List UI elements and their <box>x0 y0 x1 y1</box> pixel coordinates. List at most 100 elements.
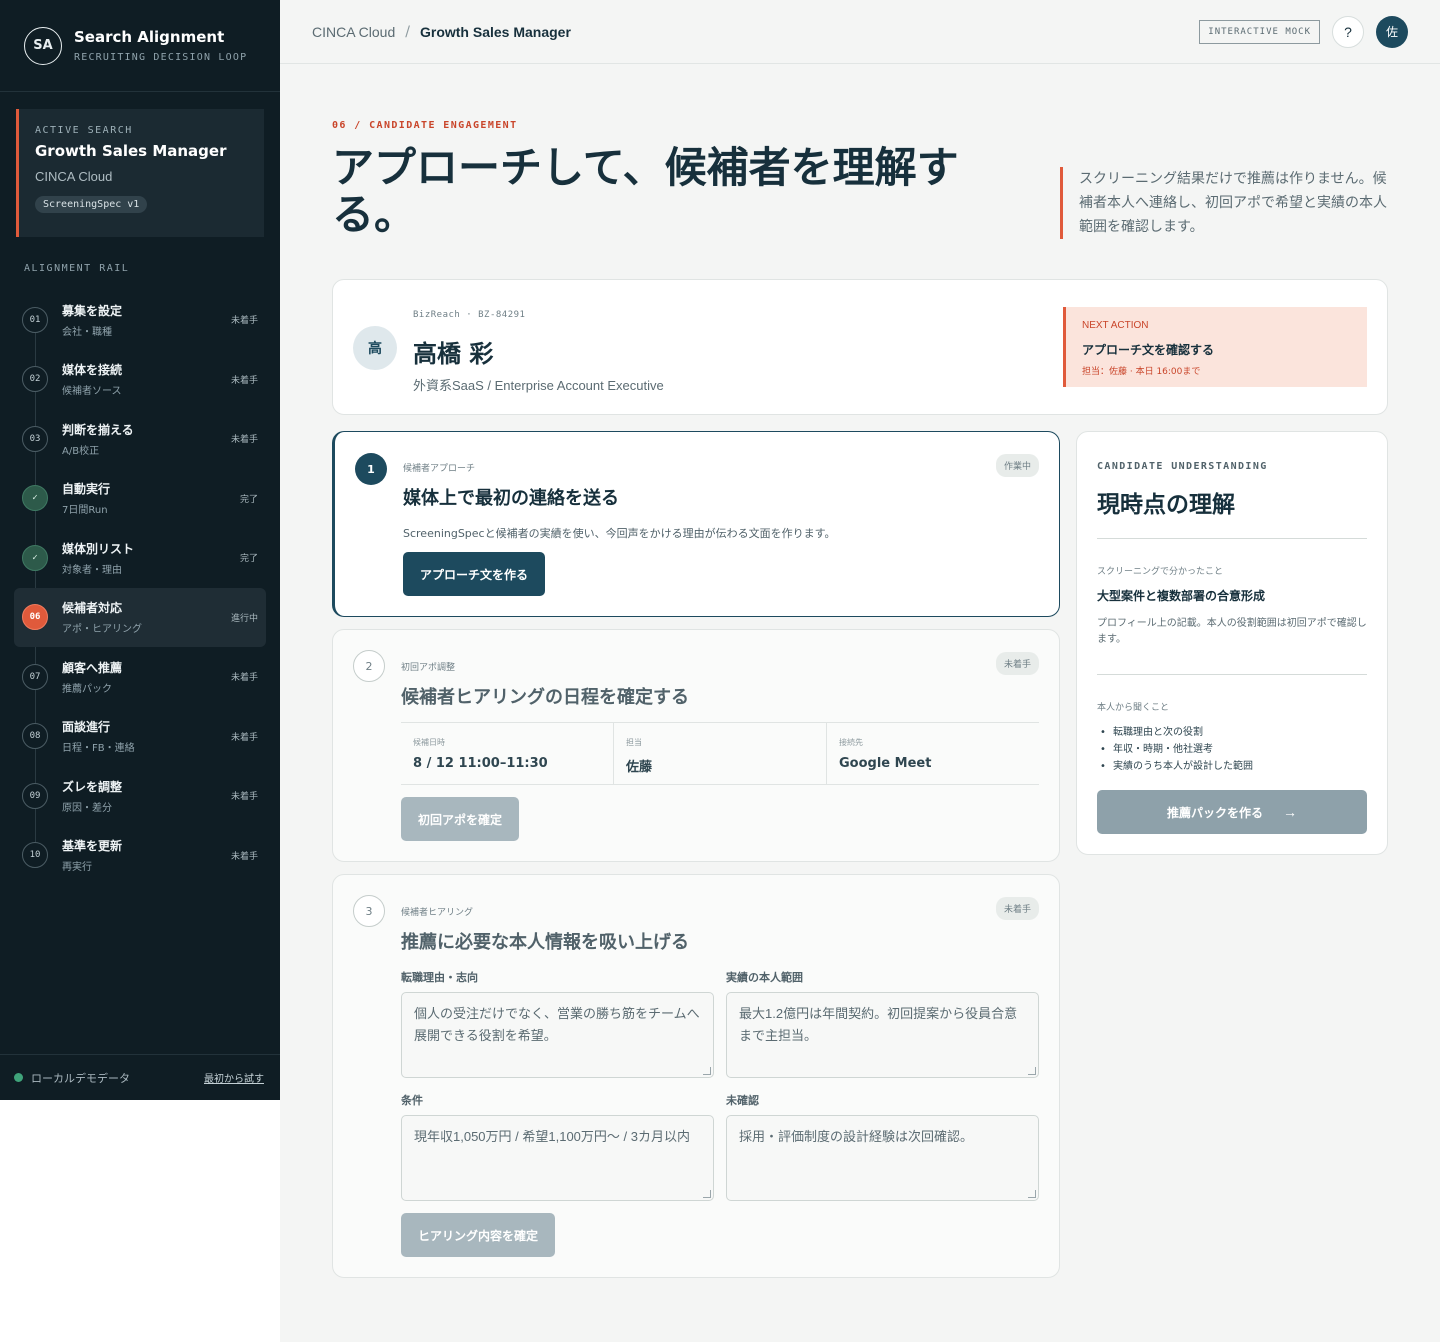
rail-item[interactable]: 03 判断を揃える A/B校正 未着手 <box>14 409 266 469</box>
resize-handle-icon[interactable] <box>703 1067 711 1075</box>
conditions-textarea[interactable]: 現年収1,050万円 / 希望1,100万円〜 / 3カ月以内 <box>401 1115 714 1201</box>
rail-item-title: 自動実行 <box>62 482 111 497</box>
rail-item-subtitle: 原因・差分 <box>62 802 112 814</box>
understanding-label: CANDIDATE UNDERSTANDING <box>1097 461 1268 472</box>
active-search-card[interactable]: ACTIVE SEARCH Growth Sales Manager CINCA… <box>16 109 264 237</box>
step-card-first-meeting: 2 初回アポ調整 候補者ヒアリングの日程を確定する 未着手 候補日時 8 / 1… <box>332 629 1060 862</box>
next-action-label: NEXT ACTION <box>1082 320 1149 331</box>
schedule-connection[interactable]: 接続先 Google Meet <box>827 723 1039 784</box>
create-recommendation-pack-button[interactable]: 推薦パックを作る → <box>1097 790 1367 834</box>
check-icon: ✓ <box>22 544 48 571</box>
status-badge: 未着手 <box>995 897 1039 920</box>
step-title: 媒体上で最初の連絡を送る <box>403 488 619 509</box>
check-icon: ✓ <box>22 485 48 512</box>
status-dot-icon <box>14 1073 23 1082</box>
candidate-source-id: BizReach · BZ-84291 <box>413 310 526 320</box>
rail-item[interactable]: ✓ 自動実行 7日間Run 完了 <box>14 469 266 529</box>
confirm-hearing-button[interactable]: ヒアリング内容を確定 <box>401 1213 556 1257</box>
rail-item-status: 完了 <box>239 554 258 565</box>
motivation-label: 転職理由・志向 <box>401 971 478 984</box>
rail-item-title: 媒体を接続 <box>62 363 123 378</box>
alignment-rail: 01 募集を設定 会社・職種 未着手 02 媒体を接続 候補者ソース 未着手 03 判断を揃える A… <box>14 290 266 885</box>
list-item: 実績のうち本人が設計した範囲 <box>1097 758 1253 775</box>
rail-step-number: 08 <box>22 723 48 750</box>
schedule-owner[interactable]: 担当 佐藤 <box>614 723 827 784</box>
ask-items-list: 転職理由と次の役割 年収・時期・他社選考 実績のうち本人が設計した範囲 <box>1097 724 1253 775</box>
rail-item[interactable]: 01 募集を設定 会社・職種 未着手 <box>14 290 266 350</box>
sidebar: SA Search Alignment RECRUITING DECISION … <box>0 0 280 1100</box>
achievement-scope-textarea[interactable]: 最大1.2億円は年間契約。初回提案から役員合意まで主担当。 <box>726 992 1039 1078</box>
step-kicker: 初回アポ調整 <box>401 663 456 673</box>
rail-item-status: 未着手 <box>230 316 258 327</box>
step-number: 1 <box>355 453 387 485</box>
step-kicker: 候補者ヒアリング <box>401 908 474 918</box>
next-action-owner-deadline: 担当：佐藤 · 本日 16:00まで <box>1082 367 1201 377</box>
schedule-datetime[interactable]: 候補日時 8 / 12 11:00–11:30 <box>401 723 614 784</box>
topbar: CINCA Cloud / Growth Sales Manager INTER… <box>280 0 1440 64</box>
main-content: CINCA Cloud / Growth Sales Manager INTER… <box>280 0 1440 1342</box>
rail-step-number: 10 <box>22 842 48 869</box>
next-action-panel[interactable]: NEXT ACTION アプローチ文を確認する 担当：佐藤 · 本日 16:00… <box>1063 307 1367 387</box>
arrow-right-icon: → <box>1283 804 1297 820</box>
step-title: 候補者ヒアリングの日程を確定する <box>401 687 689 708</box>
rail-step-number: 06 <box>22 604 48 631</box>
understanding-title: 現時点の理解 <box>1097 492 1235 518</box>
achievement-scope-label: 実績の本人範囲 <box>726 971 803 984</box>
conditions-label: 条件 <box>401 1094 423 1107</box>
divider <box>1097 674 1367 675</box>
rail-item-subtitle: 7日間Run <box>62 505 108 517</box>
rail-item[interactable]: 02 媒体を接続 候補者ソース 未着手 <box>14 350 266 410</box>
rail-item[interactable]: 07 顧客へ推薦 推薦パック 未着手 <box>14 647 266 707</box>
step-card-approach: 1 候補者アプローチ 媒体上で最初の連絡を送る 作業中 ScreeningSpe… <box>332 431 1060 617</box>
rail-item-title: ズレを調整 <box>62 779 123 794</box>
rail-item-status: 進行中 <box>230 613 258 624</box>
rail-item-title: 面談進行 <box>62 720 111 735</box>
brand: SA Search Alignment RECRUITING DECISION … <box>0 0 280 92</box>
status-badge: 未着手 <box>995 652 1039 675</box>
brand-title: Search Alignment <box>74 28 225 46</box>
rail-item-subtitle: 日程・FB・連絡 <box>62 743 135 755</box>
ask-items-kicker: 本人から聞くこと <box>1097 703 1170 713</box>
create-approach-button[interactable]: アプローチ文を作る <box>403 552 546 596</box>
rail-item-subtitle: 再実行 <box>62 862 92 874</box>
breadcrumb-separator: / <box>405 23 410 40</box>
resize-handle-icon[interactable] <box>703 1190 711 1198</box>
rail-item-title: 顧客へ推薦 <box>62 660 123 675</box>
next-action-title: アプローチ文を確認する <box>1082 343 1215 357</box>
rail-item[interactable]: 09 ズレを調整 原因・差分 未着手 <box>14 766 266 826</box>
motivation-textarea[interactable]: 個人の受注だけでなく、営業の勝ち筋をチームへ展開できる役割を希望。 <box>401 992 714 1078</box>
button-label: 推薦パックを作る <box>1166 805 1263 820</box>
unconfirmed-label: 未確認 <box>726 1094 759 1107</box>
sidebar-footer: ローカルデモデータ 最初から試す <box>0 1054 280 1100</box>
rail-label: ALIGNMENT RAIL <box>24 263 130 274</box>
rail-item[interactable]: 08 面談進行日程・FB・連絡 未着手 <box>14 707 266 767</box>
screening-findings-heading: 大型案件と複数部署の合意形成 <box>1097 589 1266 603</box>
schedule-connection-value: Google Meet <box>839 756 932 771</box>
breadcrumb-root[interactable]: CINCA Cloud <box>312 24 395 40</box>
screening-spec-chip: ScreeningSpec v1 <box>35 196 148 213</box>
data-source-label: ローカルデモデータ <box>31 1071 130 1085</box>
resize-handle-icon[interactable] <box>1028 1067 1036 1075</box>
section-eyebrow: 06 / CANDIDATE ENGAGEMENT <box>332 120 518 131</box>
rail-item-title: 判断を揃える <box>62 422 134 437</box>
help-button[interactable]: ? <box>1332 15 1364 48</box>
unconfirmed-textarea[interactable]: 採用・評価制度の設計経験は次回確認。 <box>726 1115 1039 1201</box>
step-card-hearing: 3 候補者ヒアリング 推薦に必要な本人情報を吸い上げる 未着手 転職理由・志向 … <box>332 874 1060 1278</box>
rail-step-number: 02 <box>22 366 48 393</box>
schedule-datetime-value: 8 / 12 11:00–11:30 <box>413 756 548 771</box>
confirm-meeting-button[interactable]: 初回アポを確定 <box>401 797 520 841</box>
active-search-label: ACTIVE SEARCH <box>35 125 133 136</box>
status-badge: 作業中 <box>995 454 1039 477</box>
rail-item[interactable]: ✓ 媒体別リスト 対象者・理由 完了 <box>14 528 266 588</box>
list-item: 転職理由と次の役割 <box>1097 724 1253 741</box>
candidate-name: 高橋 彩 <box>413 340 494 368</box>
breadcrumb-current: Growth Sales Manager <box>419 23 571 40</box>
rail-item[interactable]: 06 候補者対応 アポ・ヒアリング 進行中 <box>14 587 266 647</box>
rail-item-title: 媒体別リスト <box>62 541 135 556</box>
rail-item-status: 未着手 <box>230 732 258 743</box>
rail-item[interactable]: 10 基準を更新 再実行 未着手 <box>14 826 266 886</box>
resize-handle-icon[interactable] <box>1028 1190 1036 1198</box>
restart-link[interactable]: 最初から試す <box>204 1070 264 1085</box>
user-avatar[interactable]: 佐 <box>1376 15 1408 48</box>
step-number: 2 <box>353 650 385 682</box>
